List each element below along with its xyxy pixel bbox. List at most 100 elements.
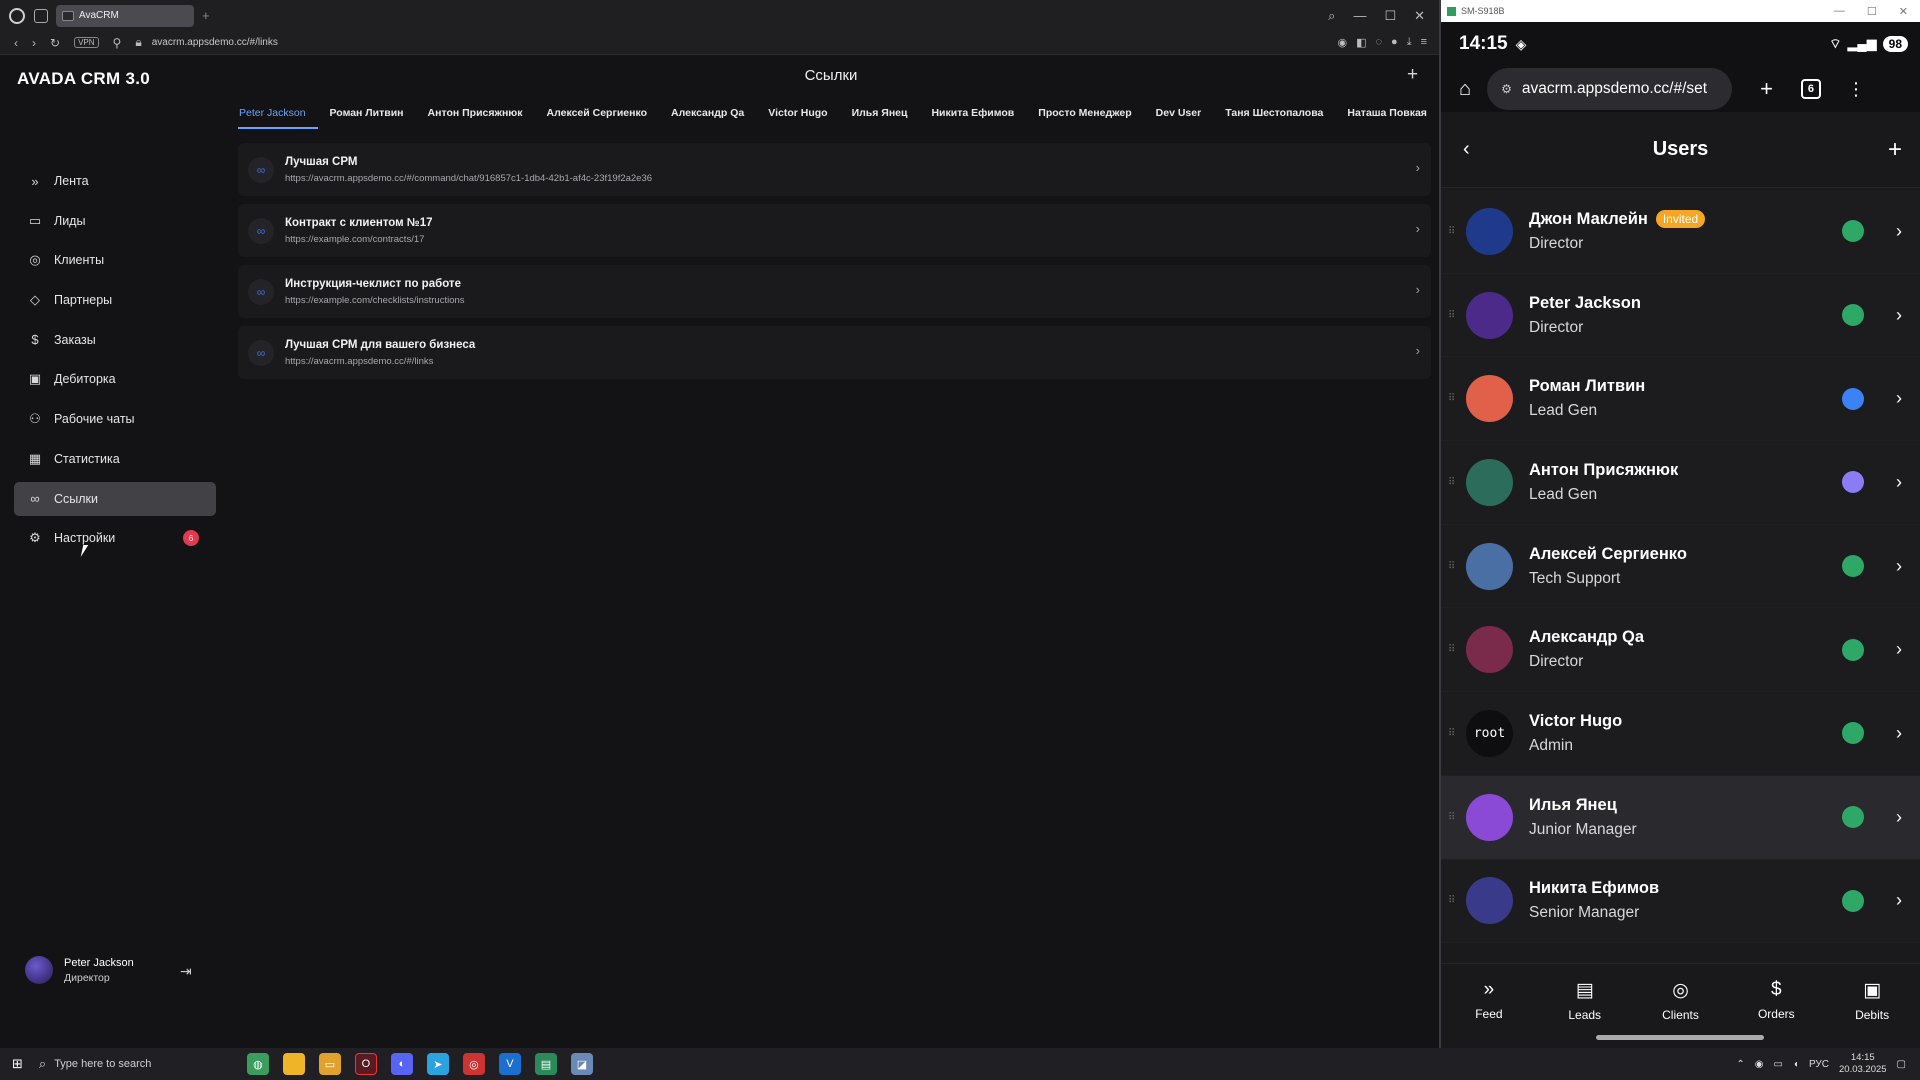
link-url[interactable]: https://example.com/checklists/instructi…: [285, 295, 465, 306]
user-row[interactable]: ⠿ Джон Маклейн Invited Director ›: [1441, 190, 1920, 274]
user-tab[interactable]: Антон Присяжнюк: [416, 107, 535, 129]
user-row[interactable]: ⠿ Роман Литвин Lead Gen ›: [1441, 357, 1920, 442]
taskbar-app-icon[interactable]: ◪: [570, 1053, 593, 1075]
user-profile[interactable]: Peter Jackson Директор: [25, 956, 134, 984]
maximize-icon[interactable]: ☐: [1867, 5, 1877, 18]
sidebar-item[interactable]: ⚙ Настройки 6: [14, 521, 216, 555]
url-field[interactable]: avacrm.appsdemo.cc/#/links: [152, 37, 278, 48]
sidebar-item[interactable]: ▣ Дебиторка: [14, 362, 216, 396]
phone-url-field[interactable]: ⚙ avacrm.appsdemo.cc/#/set: [1487, 68, 1733, 110]
add-user-icon[interactable]: +: [1888, 136, 1902, 164]
sidebar-item[interactable]: $ Заказы: [14, 323, 216, 357]
drag-handle-icon[interactable]: ⠿: [1448, 310, 1456, 320]
taskbar-app-icon[interactable]: V: [498, 1053, 521, 1075]
drag-handle-icon[interactable]: ⠿: [1448, 477, 1456, 487]
link-row[interactable]: ∞ Контракт с клиентом №17 https://example.…: [238, 204, 1431, 257]
telegram-icon[interactable]: ➤: [426, 1053, 449, 1075]
minimize-icon[interactable]: —: [1834, 5, 1845, 18]
taskbar-app-icon[interactable]: ◍: [246, 1053, 269, 1075]
user-row[interactable]: ⠿ Антон Присяжнюк Lead Gen ›: [1441, 441, 1920, 525]
tray-chevron-icon[interactable]: ⌃: [1736, 1059, 1744, 1070]
notifications-icon[interactable]: ▢: [1897, 1059, 1906, 1070]
chevron-right-icon[interactable]: ›: [1416, 343, 1420, 358]
sidebar-item[interactable]: ▦ Статистика: [14, 442, 216, 476]
chevron-right-icon[interactable]: ›: [1896, 221, 1902, 242]
sidebar-item[interactable]: ◇ Партнеры: [14, 283, 216, 317]
user-row[interactable]: ⠿ Алексей Сергиенко Tech Support ›: [1441, 524, 1920, 609]
chevron-right-icon[interactable]: ›: [1896, 639, 1902, 660]
site-info-icon[interactable]: ⚲: [113, 36, 122, 50]
user-row[interactable]: ⠿ Никита Ефимов Senior Manager ›: [1441, 859, 1920, 944]
link-url[interactable]: https://avacrm.appsdemo.cc/#/links: [285, 356, 475, 367]
link-row[interactable]: ∞ Лучшая СРМ https://avacrm.appsdemo.cc/#/…: [238, 143, 1431, 196]
profile-icon[interactable]: ●: [1391, 36, 1398, 49]
network-icon[interactable]: ▭: [1773, 1059, 1782, 1070]
user-row[interactable]: ⠿ Александр Qa Director ›: [1441, 608, 1920, 693]
user-row[interactable]: ⠿ Peter Jackson Director ›: [1441, 273, 1920, 358]
search-tabs-icon[interactable]: ⌕: [1328, 8, 1335, 24]
user-tab[interactable]: Таня Шестопалова: [1213, 107, 1335, 129]
file-explorer-icon[interactable]: ▭: [318, 1053, 341, 1075]
sidebar-item[interactable]: ▭ Лиды: [14, 204, 216, 238]
close-icon[interactable]: ✕: [1414, 8, 1425, 24]
back-icon[interactable]: ‹: [14, 36, 18, 50]
home-icon[interactable]: ⌂: [1459, 78, 1471, 101]
sidebar-item[interactable]: » Лента: [14, 164, 216, 198]
maximize-icon[interactable]: ☐: [1384, 8, 1396, 24]
chevron-right-icon[interactable]: ›: [1896, 305, 1902, 326]
taskbar-app-icon[interactable]: ◎: [462, 1053, 485, 1075]
logout-icon[interactable]: ⇥: [180, 963, 192, 980]
user-row[interactable]: ⠿ Илья Янец Junior Manager ›: [1441, 775, 1920, 860]
sidebar-item[interactable]: ∞ Ссылки: [14, 481, 216, 516]
windows-start-icon[interactable]: ⊞: [12, 1056, 23, 1072]
link-row[interactable]: ∞ Лучшая СРМ для вашего бизнеса https://av…: [238, 326, 1431, 379]
user-row[interactable]: ⠿ root Victor Hugo Admin ›: [1441, 692, 1920, 776]
drag-handle-icon[interactable]: ⠿: [1448, 394, 1456, 404]
user-tab[interactable]: Александр Qa: [659, 107, 756, 129]
chevron-right-icon[interactable]: ›: [1416, 221, 1420, 236]
tray-app-icon[interactable]: ◉: [1755, 1059, 1764, 1070]
user-tab[interactable]: Peter Jackson: [238, 107, 318, 129]
minimize-icon[interactable]: —: [1353, 8, 1366, 24]
sidebar-item[interactable]: ⚇ Рабочие чаты: [14, 402, 216, 436]
site-settings-icon[interactable]: ⚙: [1501, 82, 1512, 96]
close-icon[interactable]: ✕: [1899, 5, 1908, 18]
user-tab[interactable]: Dev User: [1144, 107, 1214, 129]
download-icon[interactable]: ⤓: [1407, 36, 1412, 49]
tabs-menu-icon[interactable]: [34, 8, 48, 23]
more-menu-icon[interactable]: ⋮: [1847, 79, 1865, 100]
link-url[interactable]: https://example.com/contracts/17: [285, 234, 433, 245]
drag-handle-icon[interactable]: ⠿: [1448, 645, 1456, 655]
taskbar-app-icon[interactable]: ▤: [534, 1053, 557, 1075]
extension-icon[interactable]: ◉: [1337, 36, 1347, 49]
new-tab-icon[interactable]: +: [1760, 76, 1773, 102]
add-link-icon[interactable]: +: [1407, 64, 1418, 86]
forward-icon[interactable]: ›: [32, 36, 36, 50]
taskbar-app-icon[interactable]: [282, 1053, 305, 1075]
tab-count-button[interactable]: 6: [1800, 79, 1821, 99]
chevron-right-icon[interactable]: ›: [1896, 807, 1902, 828]
opera-icon[interactable]: O: [354, 1053, 377, 1075]
taskbar-clock[interactable]: 14:15 20.03.2025: [1839, 1052, 1887, 1076]
user-tab[interactable]: Никита Ефимов: [919, 107, 1026, 129]
chevron-right-icon[interactable]: ›: [1416, 160, 1420, 175]
taskbar-search[interactable]: ⌕ Type here to search: [39, 1049, 239, 1079]
extension-icon[interactable]: ◧: [1356, 36, 1366, 49]
reload-icon[interactable]: ↻: [50, 36, 60, 50]
drag-handle-icon[interactable]: ⠿: [1448, 561, 1456, 571]
extension-icon[interactable]: ◌: [1376, 36, 1383, 49]
opera-logo-icon[interactable]: [9, 7, 25, 24]
drag-handle-icon[interactable]: ⠿: [1448, 226, 1456, 236]
chevron-right-icon[interactable]: ›: [1896, 556, 1902, 577]
user-tab[interactable]: Алексей Сергиенко: [535, 107, 660, 129]
chevron-right-icon[interactable]: ›: [1416, 282, 1420, 297]
keyboard-language[interactable]: РУС: [1809, 1059, 1829, 1070]
volume-icon[interactable]: ◖: [1793, 1059, 1799, 1070]
back-icon[interactable]: ‹: [1463, 138, 1470, 161]
link-url[interactable]: https://avacrm.appsdemo.cc/#/command/cha…: [285, 173, 652, 184]
new-tab-icon[interactable]: +: [202, 8, 210, 23]
menu-icon[interactable]: ≡: [1421, 36, 1427, 49]
bottom-nav-item[interactable]: ▣ Debits: [1824, 964, 1920, 1048]
user-tab[interactable]: Victor Hugo: [756, 107, 839, 129]
vpn-badge[interactable]: VPN: [74, 37, 99, 48]
